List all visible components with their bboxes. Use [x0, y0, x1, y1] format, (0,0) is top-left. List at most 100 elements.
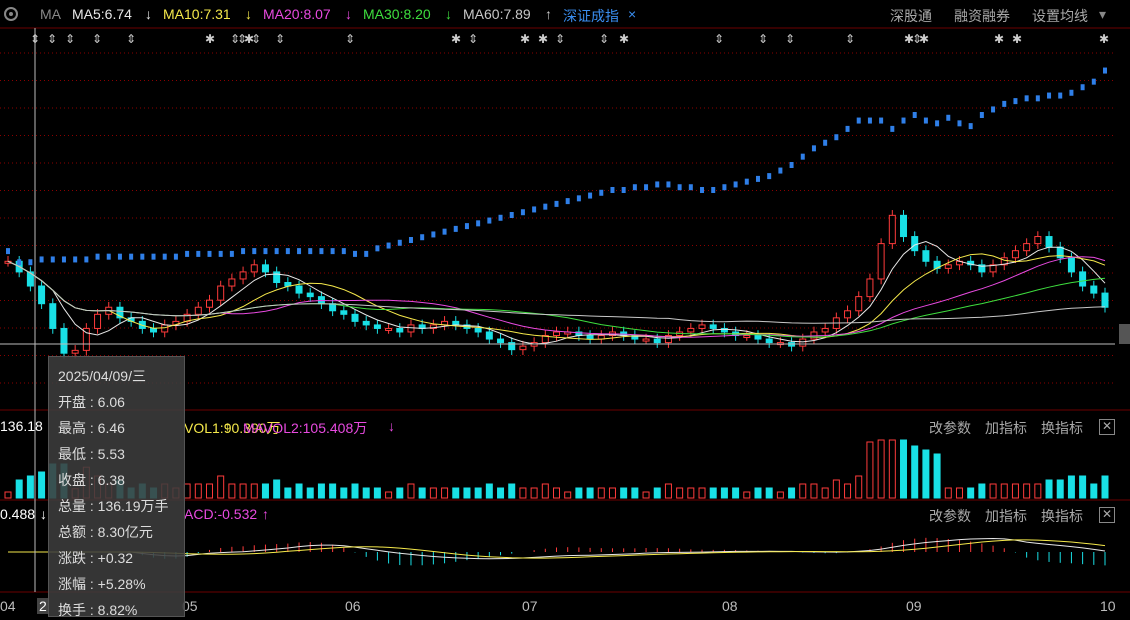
volume-bar — [832, 479, 840, 499]
index-candle — [733, 181, 738, 188]
index-candle — [755, 175, 760, 182]
volume-bar — [664, 483, 672, 499]
volume-bar — [295, 483, 303, 499]
tooltip-open: 开盘 : 6.06 — [58, 394, 125, 410]
index-candle — [979, 112, 984, 118]
volume-bar — [485, 483, 493, 499]
index-candle — [610, 187, 615, 193]
volume-bar — [553, 487, 560, 499]
event-marker-icon: ⇕ — [126, 32, 136, 46]
candle-body — [888, 214, 896, 245]
index-candle — [722, 184, 727, 191]
volume-bar — [944, 487, 952, 499]
volume-bar — [205, 483, 213, 499]
vol-close-icon[interactable]: ✕ — [1099, 419, 1115, 435]
macd-arrow: ↑ — [262, 506, 269, 522]
event-marker-icon: ⇕ — [92, 32, 102, 46]
candle-body — [642, 338, 650, 342]
volume-bar — [329, 483, 337, 499]
candle-body — [944, 264, 952, 269]
volume-bar — [620, 487, 628, 499]
index-candle — [308, 248, 313, 255]
candle-body — [900, 214, 908, 238]
index-candle — [923, 117, 928, 124]
event-marker-icon: ⇕ — [251, 32, 261, 46]
index-candle — [196, 250, 201, 257]
index-candle — [935, 120, 940, 127]
volume-bar — [720, 487, 728, 499]
ma5-label: MA5:6.74 — [72, 6, 132, 22]
event-marker-icon: ⇕ — [714, 32, 724, 46]
index-candle — [50, 256, 55, 263]
macd-left-arrow: ↓ — [40, 506, 47, 522]
index-candle — [767, 173, 772, 180]
x-label-06: 06 — [345, 598, 361, 614]
index-candle — [800, 153, 805, 160]
candle-body — [1011, 250, 1019, 259]
chevron-down-icon[interactable]: ▾ — [1099, 6, 1106, 23]
volume-bar — [396, 487, 404, 499]
index-candle — [688, 184, 693, 191]
x-label-09: 09 — [906, 598, 922, 614]
margin-trading-button[interactable]: 融资融券 — [954, 6, 1010, 26]
candle-body — [194, 306, 202, 315]
vol-edit-params-button[interactable]: 改参数 — [929, 418, 971, 438]
index-candle — [1103, 67, 1107, 74]
macd-add-indicator-button[interactable]: 加指标 — [985, 506, 1027, 526]
index-candle — [1080, 84, 1085, 91]
index-close-icon[interactable]: × — [628, 6, 636, 22]
index-candle — [666, 181, 671, 188]
index-candle — [957, 120, 962, 127]
macd-switch-indicator-button[interactable]: 换指标 — [1041, 506, 1083, 526]
scrollbar-thumb — [1119, 324, 1130, 344]
candle-body — [228, 278, 236, 287]
volume-left-value: 136.18 — [0, 418, 43, 434]
index-candle — [229, 250, 234, 257]
volume-bar — [441, 487, 449, 499]
vol-add-indicator-button[interactable]: 加指标 — [985, 418, 1027, 438]
index-candle — [464, 223, 469, 230]
volume-bar — [687, 487, 695, 499]
index-candle — [543, 203, 548, 210]
index-candle — [565, 198, 570, 205]
index-candle — [1035, 95, 1040, 102]
candle-body — [94, 313, 102, 329]
volume-bar — [608, 487, 616, 499]
event-marker-icon: ✱ — [520, 32, 530, 46]
volume-bar — [754, 487, 762, 499]
volume-bar — [474, 487, 482, 499]
event-marker-icon: ✱ — [1012, 32, 1022, 46]
volume-bar — [1023, 483, 1031, 499]
event-marker-icon: ✱ — [1099, 32, 1109, 46]
index-candle — [386, 242, 391, 249]
mavol2-arrow: ↓ — [388, 418, 395, 434]
ma20-arrow: ↓ — [345, 6, 352, 22]
index-candle — [621, 187, 626, 193]
event-marker-icon: ⇕ — [468, 32, 478, 46]
volume-bar — [429, 487, 437, 499]
ma10-line — [7, 253, 1106, 340]
volume-bar — [194, 483, 202, 499]
x-label-07: 07 — [522, 598, 538, 614]
macd-edit-params-button[interactable]: 改参数 — [929, 506, 971, 526]
vol-switch-indicator-button[interactable]: 换指标 — [1041, 418, 1083, 438]
settings-gear-icon[interactable] — [2, 5, 20, 26]
index-candle — [700, 187, 705, 193]
macd-close-icon[interactable]: ✕ — [1099, 507, 1115, 523]
bar-info-tooltip: 2025/04/09/三 开盘 : 6.06 最高 : 6.46 最低 : 5.… — [48, 356, 185, 618]
candle-body — [60, 327, 68, 354]
index-candle — [532, 206, 537, 213]
candle-body — [844, 310, 852, 319]
index-candle — [811, 145, 816, 152]
volume-bar — [586, 487, 594, 499]
hk-connect-button[interactable]: 深股通 — [890, 6, 932, 26]
event-marker-icon: ✱ — [205, 32, 215, 46]
index-candle — [856, 117, 861, 124]
index-overlay-label[interactable]: 深证成指 — [563, 6, 619, 26]
event-marker-icon: ✱ — [919, 32, 929, 46]
candle-body — [754, 335, 762, 340]
index-candle — [1058, 92, 1063, 99]
set-ma-button[interactable]: 设置均线 — [1032, 6, 1088, 26]
x-label-08: 08 — [722, 598, 738, 614]
candle-body — [653, 338, 661, 344]
